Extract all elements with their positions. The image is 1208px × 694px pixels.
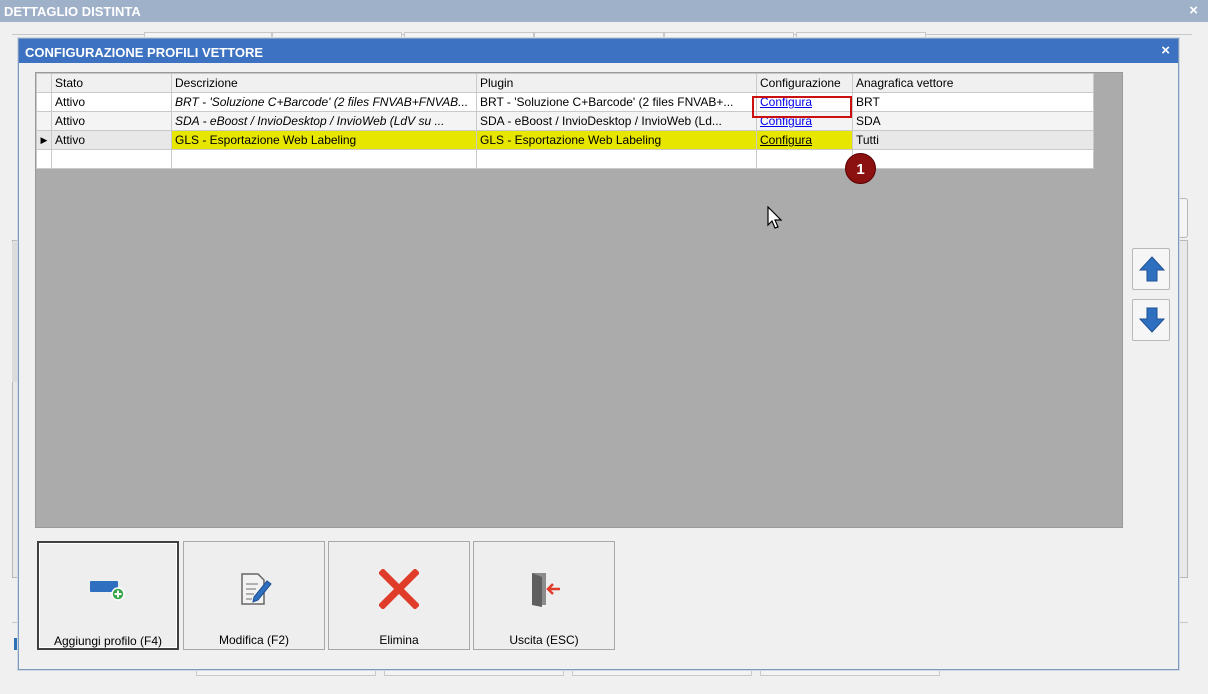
exit-label: Uscita (ESC): [509, 633, 579, 647]
mouse-cursor-icon: [767, 205, 783, 233]
configura-link[interactable]: Configura: [760, 95, 812, 109]
column-header-descrizione[interactable]: Descrizione: [171, 73, 477, 93]
cell-empty[interactable]: [476, 149, 757, 169]
cell-vettore[interactable]: SDA: [852, 111, 1094, 131]
add-profile-label: Aggiungi profilo (F4): [53, 634, 163, 648]
cell-stato[interactable]: Attivo: [51, 111, 172, 131]
row-selector[interactable]: [36, 111, 52, 131]
cell-plugin[interactable]: SDA - eBoost / InvioDesktop / InvioWeb (…: [476, 111, 757, 131]
delete-button[interactable]: Elimina: [328, 541, 470, 650]
row-selector[interactable]: [36, 149, 52, 169]
table-row-new[interactable]: [36, 149, 1094, 169]
column-header-plugin[interactable]: Plugin: [476, 73, 757, 93]
edit-button[interactable]: Modifica (F2): [183, 541, 325, 650]
cell-descrizione[interactable]: BRT - 'Soluzione C+Barcode' (2 files FNV…: [171, 92, 477, 112]
row-selector[interactable]: [36, 92, 52, 112]
table-row[interactable]: Attivo SDA - eBoost / InvioDesktop / Inv…: [36, 111, 1094, 131]
dialog-close-icon[interactable]: ×: [1161, 42, 1170, 59]
cell-empty[interactable]: [51, 149, 172, 169]
step-marker-badge: 1: [845, 153, 876, 184]
cell-plugin[interactable]: GLS - Esportazione Web Labeling: [476, 130, 757, 150]
cell-vettore[interactable]: Tutti: [852, 130, 1094, 150]
cell-descrizione[interactable]: GLS - Esportazione Web Labeling: [171, 130, 477, 150]
delete-label: Elimina: [379, 633, 419, 647]
parent-window-titlebar: DETTAGLIO DISTINTA ×: [0, 0, 1208, 22]
dialog-title: CONFIGURAZIONE PROFILI VETTORE: [25, 45, 264, 60]
edit-label: Modifica (F2): [218, 633, 289, 647]
cell-configurazione: Configura: [756, 130, 853, 150]
grid-header-corner: [36, 73, 52, 93]
cell-configurazione: Configura: [756, 92, 853, 112]
cell-vettore[interactable]: BRT: [852, 92, 1094, 112]
parent-close-icon[interactable]: ×: [1189, 2, 1198, 19]
column-header-stato[interactable]: Stato: [51, 73, 172, 93]
current-row-arrow-icon[interactable]: ▶: [36, 130, 52, 150]
add-profile-button[interactable]: Aggiungi profilo (F4): [37, 541, 179, 650]
exit-button[interactable]: Uscita (ESC): [473, 541, 615, 650]
exit-door-icon: [474, 564, 614, 614]
cell-configurazione: Configura: [756, 111, 853, 131]
arrow-down-icon: [1139, 307, 1165, 333]
profiles-grid-area: Stato Descrizione Plugin Configurazione …: [35, 72, 1123, 528]
cell-empty[interactable]: [756, 149, 853, 169]
add-profile-icon: [39, 565, 177, 615]
column-header-configurazione[interactable]: Configurazione: [756, 73, 853, 93]
edit-document-icon: [184, 564, 324, 614]
cell-stato[interactable]: Attivo: [51, 92, 172, 112]
table-row[interactable]: Attivo BRT - 'Soluzione C+Barcode' (2 fi…: [36, 92, 1094, 112]
cell-descrizione[interactable]: SDA - eBoost / InvioDesktop / InvioWeb (…: [171, 111, 477, 131]
cell-plugin[interactable]: BRT - 'Soluzione C+Barcode' (2 files FNV…: [476, 92, 757, 112]
move-up-button[interactable]: [1132, 248, 1170, 290]
config-profiles-dialog: CONFIGURAZIONE PROFILI VETTORE × Stato D…: [18, 38, 1179, 670]
cell-empty[interactable]: [852, 149, 1094, 169]
dialog-titlebar: CONFIGURAZIONE PROFILI VETTORE ×: [19, 39, 1178, 63]
move-down-button[interactable]: [1132, 299, 1170, 341]
grid-header-row: Stato Descrizione Plugin Configurazione …: [36, 73, 1094, 93]
configura-link[interactable]: Configura: [760, 114, 812, 128]
cell-stato[interactable]: Attivo: [51, 130, 172, 150]
arrow-up-icon: [1139, 256, 1165, 282]
profiles-grid: Stato Descrizione Plugin Configurazione …: [36, 73, 1094, 169]
cell-empty[interactable]: [171, 149, 477, 169]
column-header-anagrafica-vettore[interactable]: Anagrafica vettore: [852, 73, 1094, 93]
table-row-selected[interactable]: ▶ Attivo GLS - Esportazione Web Labeling…: [36, 130, 1094, 150]
configura-link[interactable]: Configura: [760, 133, 812, 147]
parent-window-title: DETTAGLIO DISTINTA: [4, 4, 141, 19]
red-x-icon: [329, 564, 469, 614]
